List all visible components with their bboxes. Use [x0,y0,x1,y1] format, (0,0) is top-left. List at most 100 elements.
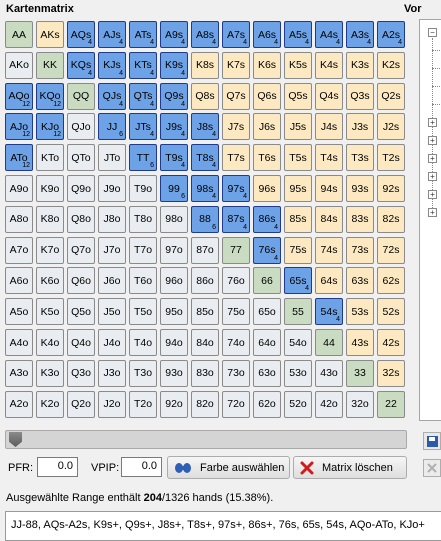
hand-cell-KTo[interactable]: KTo [36,144,64,172]
hand-cell-JTs[interactable]: JTs 4 [129,113,157,141]
hand-cell-73o[interactable]: 73o [222,359,250,387]
hand-cell-K4s[interactable]: K4s [315,51,343,79]
hand-cell-96o[interactable]: 96o [160,267,188,295]
hand-cell-97s[interactable]: 97s 4 [222,175,250,202]
hand-cell-T8o[interactable]: T8o [129,205,157,233]
hand-cell-ATs[interactable]: ATs 4 [129,21,157,48]
hand-cell-A8s[interactable]: A8s 4 [191,21,219,48]
hand-cell-84s[interactable]: 84s [315,205,343,233]
hand-cell-A2s[interactable]: A2s 4 [377,21,405,48]
hand-cell-J2o[interactable]: J2o [98,390,126,418]
hand-cell-43s[interactable]: 43s [346,329,374,356]
hand-cell-Q2o[interactable]: Q2o [67,390,95,418]
hand-cell-A7o[interactable]: A7o [5,236,33,264]
expand-icon[interactable]: + [428,190,437,199]
hand-cell-54o[interactable]: 54o [284,329,312,356]
hand-cell-92o[interactable]: 92o [160,390,188,418]
hand-cell-94s[interactable]: 94s [315,175,343,202]
hand-cell-Q4o[interactable]: Q4o [67,329,95,356]
vpip-input[interactable]: 0.0 [121,457,162,477]
hand-cell-44[interactable]: 44 [315,329,343,356]
hand-cell-A9s[interactable]: A9s 4 [160,21,188,48]
hand-cell-Q7s[interactable]: Q7s [222,82,250,110]
hand-cell-J7s[interactable]: J7s [222,113,250,141]
hand-cell-J4o[interactable]: J4o [98,329,126,356]
hand-cell-52o[interactable]: 52o [284,390,312,418]
hand-cell-KQo[interactable]: KQo 12 [36,82,64,110]
hand-cell-Q2s[interactable]: Q2s [377,82,405,110]
hand-cell-63o[interactable]: 63o [253,359,281,387]
hand-cell-64o[interactable]: 64o [253,329,281,356]
hand-cell-K7s[interactable]: K7s [222,51,250,79]
hand-cell-A6o[interactable]: A6o [5,267,33,295]
hand-cell-72o[interactable]: 72o [222,390,250,418]
hand-cell-J9s[interactable]: J9s 4 [160,113,188,141]
hand-cell-AQs[interactable]: AQs 4 [67,21,95,48]
hand-cell-K3s[interactable]: K3s [346,51,374,79]
hand-cell-73s[interactable]: 73s [346,236,374,264]
hand-cell-Q8s[interactable]: Q8s [191,82,219,110]
hand-cell-A2o[interactable]: A2o [5,390,33,418]
hand-cell-K6o[interactable]: K6o [36,267,64,295]
hand-cell-22[interactable]: 22 [377,390,405,418]
hand-cell-A5o[interactable]: A5o [5,298,33,326]
hand-cell-96s[interactable]: 96s [253,175,281,202]
hand-cell-QTs[interactable]: QTs 4 [129,82,157,110]
hand-cell-AJs[interactable]: AJs 4 [98,21,126,48]
hand-cell-86s[interactable]: 86s 4 [253,205,281,233]
hand-cell-92s[interactable]: 92s [377,175,405,202]
hand-cell-Q8o[interactable]: Q8o [67,205,95,233]
hand-cell-74o[interactable]: 74o [222,329,250,356]
hand-cell-A4s[interactable]: A4s 4 [315,21,343,48]
hand-cell-62s[interactable]: 62s [377,267,405,295]
hand-cell-Q3s[interactable]: Q3s [346,82,374,110]
hand-cell-QTo[interactable]: QTo [67,144,95,172]
hand-cell-95o[interactable]: 95o [160,298,188,326]
clear-matrix-button[interactable]: Matrix löschen [293,456,407,479]
expand-icon[interactable]: + [428,136,437,145]
hand-cell-66[interactable]: 66 [253,267,281,295]
hand-cell-J6o[interactable]: J6o [98,267,126,295]
expand-icon[interactable]: + [428,118,437,127]
hand-cell-82o[interactable]: 82o [191,390,219,418]
hand-cell-83o[interactable]: 83o [191,359,219,387]
hand-cell-94o[interactable]: 94o [160,329,188,356]
hand-cell-74s[interactable]: 74s [315,236,343,264]
hand-cell-33[interactable]: 33 [346,359,374,387]
hand-cell-K2o[interactable]: K2o [36,390,64,418]
hand-cell-K2s[interactable]: K2s [377,51,405,79]
hand-cell-T2o[interactable]: T2o [129,390,157,418]
hand-cell-77[interactable]: 77 [222,236,250,264]
hand-cell-J9o[interactable]: J9o [98,175,126,202]
hand-cell-A7s[interactable]: A7s 4 [222,21,250,48]
hand-cell-85o[interactable]: 85o [191,298,219,326]
hand-cell-AKs[interactable]: AKs [36,21,64,48]
hand-cell-J7o[interactable]: J7o [98,236,126,264]
hand-cell-63s[interactable]: 63s [346,267,374,295]
hand-cell-A8o[interactable]: A8o [5,205,33,233]
hand-cell-T6s[interactable]: T6s [253,144,281,172]
range-text-field[interactable]: JJ-88, AQs-A2s, K9s+, Q9s+, J8s+, T8s+, … [5,511,441,541]
hand-cell-Q7o[interactable]: Q7o [67,236,95,264]
hand-cell-87o[interactable]: 87o [191,236,219,264]
hand-cell-AKo[interactable]: AKo [5,51,33,79]
range-slider[interactable] [5,430,407,449]
hand-cell-85s[interactable]: 85s [284,205,312,233]
hand-cell-52s[interactable]: 52s [377,298,405,326]
hand-cell-K8o[interactable]: K8o [36,205,64,233]
hand-cell-J4s[interactable]: J4s [315,113,343,141]
hand-cell-KTs[interactable]: KTs 4 [129,51,157,79]
hand-cell-T5o[interactable]: T5o [129,298,157,326]
hand-cell-A9o[interactable]: A9o [5,175,33,202]
hand-cell-JJ[interactable]: JJ 6 [98,113,126,141]
hand-cell-J2s[interactable]: J2s [377,113,405,141]
slider-thumb[interactable] [9,432,22,447]
hand-cell-A3s[interactable]: A3s 4 [346,21,374,48]
hand-cell-QJs[interactable]: QJs 4 [98,82,126,110]
hand-cell-QJo[interactable]: QJo [67,113,95,141]
hand-cell-A5s[interactable]: A5s 4 [284,21,312,48]
hand-cell-88[interactable]: 88 6 [191,205,219,233]
hand-cell-99[interactable]: 99 6 [160,175,188,202]
hand-cell-T7s[interactable]: T7s [222,144,250,172]
hand-cell-42o[interactable]: 42o [315,390,343,418]
